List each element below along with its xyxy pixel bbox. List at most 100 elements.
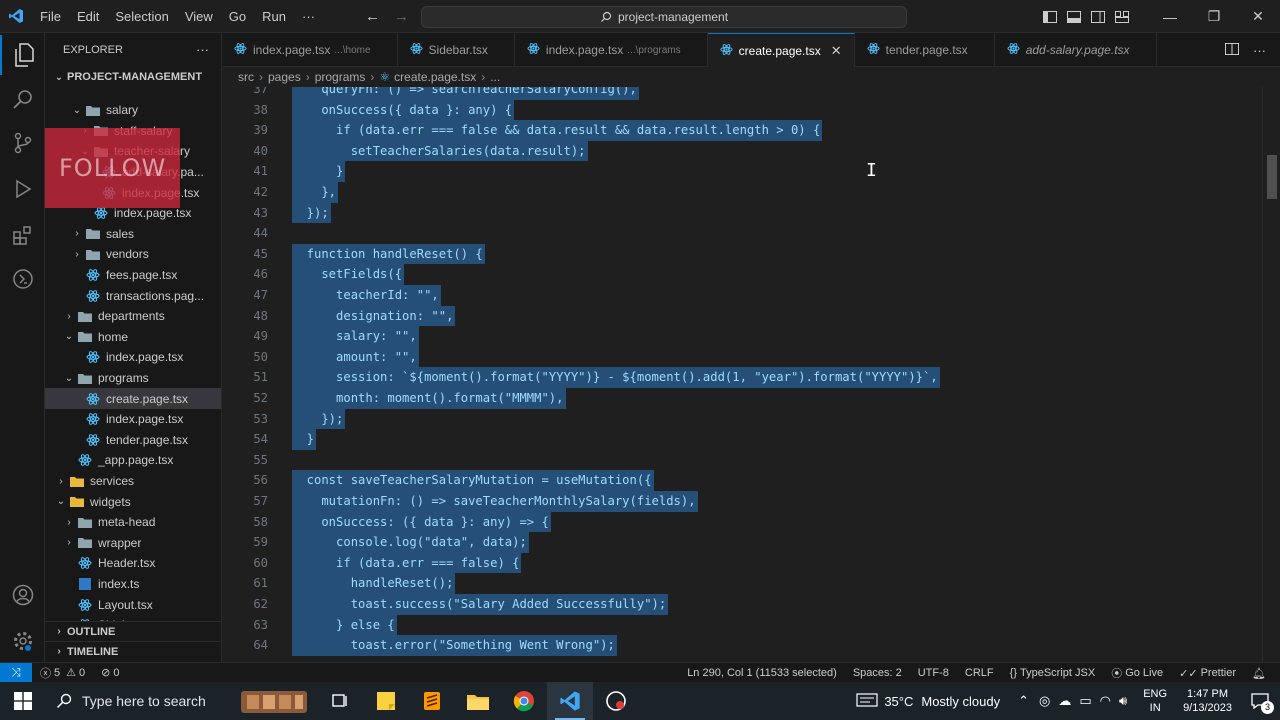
indentation[interactable]: Spaces: 2 [845,667,910,679]
weather-icon[interactable] [856,692,878,711]
search-highlight-image-icon[interactable] [231,682,317,720]
tree-item-fees-page-tsx[interactable]: fees.page.tsx [45,265,221,286]
tree-item-departments[interactable]: › departments [45,306,221,327]
tab-tender-page-tsx[interactable]: tender.page.tsx [855,33,995,67]
tree-item-header-tsx[interactable]: Header.tsx [45,553,221,574]
tree-item-meta-head[interactable]: › meta-head [45,512,221,533]
code-line[interactable]: 57 mutationFn: () => saveTeacherMonthlyS… [222,491,1262,512]
notification-center-icon[interactable]: 3 [1240,682,1280,720]
breadcrumb-src[interactable]: src [238,70,254,84]
split-editor-icon[interactable] [1225,42,1239,58]
code-line[interactable]: 54 } [222,429,1262,450]
toggle-panel-icon[interactable] [1062,0,1086,33]
tree-item--app-page-tsx[interactable]: _app.page.tsx [45,450,221,471]
toggle-sidebar-icon[interactable] [1038,0,1062,33]
tray-chevron-up-icon[interactable]: ⌃ [1018,693,1029,709]
menu-view[interactable]: View [177,0,221,33]
cursor-position[interactable]: Ln 290, Col 1 (11533 selected) [679,667,845,679]
code-line[interactable]: 58 onSuccess: ({ data }: any) => { [222,511,1262,533]
tab-index-page-tsx[interactable]: index.page.tsx ...\home [222,33,398,67]
tree-item-tender-page-tsx[interactable]: tender.page.tsx [45,430,221,451]
tree-item-index-page-tsx[interactable]: index.page.tsx [45,347,221,368]
ports-indicator[interactable]: ⊘ 0 [93,666,127,680]
code-line[interactable]: 43 }); [222,202,1262,224]
file-explorer-icon[interactable] [455,682,501,720]
code-line[interactable]: 64 toast.error("Something Went Wrong"); [222,635,1262,656]
outline-section[interactable]: › OUTLINE [45,621,221,641]
menu-edit[interactable]: Edit [69,0,107,33]
menu-run[interactable]: Run [254,0,294,33]
tab-add-salary-page-tsx[interactable]: add-salary.page.tsx [995,33,1157,67]
extensions-icon[interactable] [0,215,45,255]
code-line[interactable]: 56 const saveTeacherSalaryMutation = use… [222,470,1262,491]
code-editor[interactable]: 37 queryFn: () => searchTeacherSalaryCon… [222,87,1262,662]
toggle-secondary-sidebar-icon[interactable] [1086,0,1110,33]
editor-scrollbar[interactable] [1262,87,1280,662]
restore-icon[interactable]: ❐ [1192,0,1236,33]
breadcrumb-symbol[interactable]: ... [490,70,500,84]
battery-icon[interactable]: ▭ [1079,693,1091,709]
breadcrumb-pages[interactable]: pages [268,70,301,84]
code-line[interactable]: 37 queryFn: () => searchTeacherSalaryCon… [222,87,1262,100]
code-line[interactable]: 59 console.log("data", data); [222,532,1262,553]
source-control-icon[interactable] [0,123,45,163]
sticky-notes-icon[interactable] [363,682,409,720]
code-line[interactable]: 41 } [222,161,1262,182]
tree-item-create-page-tsx[interactable]: create.page.tsx [45,388,221,409]
sublime-text-icon[interactable] [409,682,455,720]
onedrive-cloud-icon[interactable]: ☁ [1058,693,1071,709]
breadcrumb-file[interactable]: create.page.tsx [394,70,476,84]
code-line[interactable]: 52 month: moment().format("MMMM"), [222,388,1262,409]
system-clock[interactable]: 1:47 PM 9/13/2023 [1183,687,1232,715]
tree-item-programs[interactable]: ⌄ programs [45,368,221,389]
code-line[interactable]: 55 [222,450,1262,471]
remote-explorer-icon[interactable] [0,259,45,299]
code-line[interactable]: 50 amount: "", [222,346,1262,368]
code-line[interactable]: 51 session: `${moment().format("YYYY")} … [222,367,1262,388]
tree-item-sales[interactable]: › sales [45,224,221,245]
menu-more[interactable]: ··· [294,0,323,33]
command-center-search[interactable]: project-management [421,6,907,28]
tree-item-home[interactable]: ⌄ home [45,327,221,348]
search-activity-icon[interactable] [0,79,45,119]
code-line[interactable]: 47 teacherId: "", [222,285,1262,306]
editor-more-icon[interactable]: ··· [1253,43,1266,58]
file-encoding[interactable]: UTF-8 [910,667,957,679]
forward-arrow-icon[interactable]: → [394,8,409,25]
tab-index-page-tsx[interactable]: index.page.tsx ...\programs [515,33,708,67]
accounts-icon[interactable] [0,575,45,615]
code-line[interactable]: 40 setTeacherSalaries(data.result); [222,140,1262,162]
go-live-button[interactable]: ⦿ Go Live [1103,665,1171,681]
code-line[interactable]: 45 function handleReset() { [222,243,1262,265]
minimize-icon[interactable]: — [1148,0,1192,33]
volume-icon[interactable]: 🔊︎ [1119,693,1127,709]
code-line[interactable]: 39 if (data.err === false && data.result… [222,120,1262,141]
windows-start-icon[interactable] [0,682,46,720]
menu-selection[interactable]: Selection [107,0,176,33]
breadcrumb-programs[interactable]: programs [315,70,366,84]
wifi-icon[interactable]: ◠ [1100,693,1111,709]
language-indicator[interactable]: ENG IN [1143,687,1167,715]
tree-item-widgets[interactable]: ⌄ widgets [45,491,221,512]
code-line[interactable]: 53 }); [222,408,1262,430]
line-ending[interactable]: CRLF [957,667,1002,679]
code-line[interactable]: 63 } else { [222,614,1262,636]
code-line[interactable]: 61 handleReset(); [222,573,1262,594]
tree-item-vendors[interactable]: › vendors [45,244,221,265]
back-arrow-icon[interactable]: ← [365,8,380,25]
chrome-icon[interactable] [501,682,547,720]
tree-item-index-ts[interactable]: index.ts [45,574,221,595]
tree-item-salary[interactable]: ⌄ salary [45,100,221,121]
code-line[interactable]: 62 toast.success("Salary Added Successfu… [222,594,1262,615]
scrollbar-thumb[interactable] [1267,155,1277,199]
explorer-files-icon[interactable] [0,35,45,75]
code-line[interactable]: 44 [222,223,1262,244]
tab-sidebar-tsx[interactable]: Sidebar.tsx [398,33,515,67]
temperature[interactable]: 35°C [884,694,913,709]
tree-item-services[interactable]: › services [45,471,221,492]
project-root-folder[interactable]: ⌄ PROJECT-MANAGEMENT [45,66,221,88]
explorer-more-icon[interactable]: ··· [196,42,209,57]
close-window-icon[interactable]: ✕ [1236,0,1280,33]
code-line[interactable]: 49 salary: "", [222,326,1262,347]
tab-create-page-tsx[interactable]: create.page.tsx ✕ [707,33,855,67]
